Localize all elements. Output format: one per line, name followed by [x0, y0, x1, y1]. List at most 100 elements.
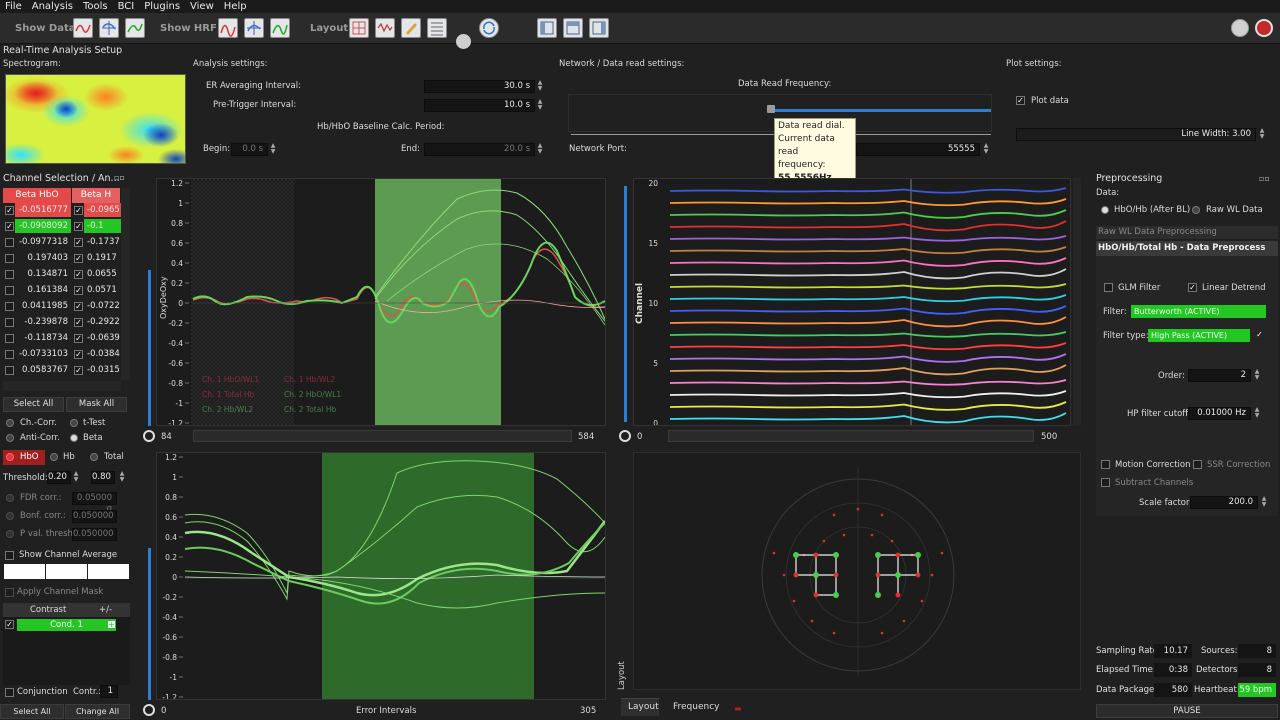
row-hbo-checkbox[interactable] — [5, 238, 14, 247]
row-hbo-checkbox[interactable] — [5, 302, 14, 311]
apply-mask-checkbox[interactable] — [5, 588, 14, 597]
layout-table-button[interactable] — [427, 18, 447, 38]
hb-radio[interactable] — [50, 453, 58, 461]
stop-record-button[interactable] — [1255, 19, 1273, 37]
line-width-spinner-icon[interactable]: ▲ ▼ — [1258, 128, 1266, 141]
bonf-input[interactable]: 0.050000 — [72, 510, 117, 523]
hbo-radio[interactable] — [6, 453, 14, 461]
show-hrf-red-button[interactable] — [218, 18, 238, 38]
row-hbo-checkbox[interactable] — [5, 366, 14, 375]
pretrigger-spinner-icon[interactable]: ▲ ▼ — [536, 99, 544, 112]
threshold-high-spinner-icon[interactable]: ▲ ▼ — [118, 471, 126, 484]
total-radio[interactable] — [90, 453, 98, 461]
filter-type-select[interactable]: High Pass (ACTIVE) — [1148, 329, 1250, 342]
order-input[interactable]: 2 — [1188, 369, 1251, 382]
raw-wl-preprocessing-tab[interactable]: Raw WL Data Preprocessing — [1096, 226, 1278, 239]
plot-data-checkbox[interactable]: ✓ — [1016, 96, 1025, 105]
menu-plugins[interactable]: Plugins — [139, 0, 185, 13]
hb-preprocessing-tab[interactable]: HbO/Hb/Total Hb - Data Preprocess — [1096, 241, 1278, 256]
row-hb-checkbox[interactable]: ✓ — [74, 318, 83, 327]
table-row[interactable]: -0.118734 ✓ -0.0639 — [3, 331, 121, 346]
row-hb-checkbox[interactable]: ✓ — [74, 206, 83, 215]
dock-close-icon[interactable]: ▫▫ — [114, 173, 128, 183]
glm-filter-checkbox[interactable] — [1104, 283, 1113, 292]
motion-correction-checkbox[interactable] — [1101, 460, 1110, 469]
settings-round-button[interactable] — [1231, 19, 1249, 37]
plot3-reset-icon[interactable] — [143, 704, 155, 716]
end-spinner-icon[interactable]: ▲ ▼ — [536, 143, 544, 156]
beta-hb-header[interactable]: Beta H — [72, 188, 120, 203]
show-hrf-blue-button[interactable] — [244, 18, 264, 38]
fdr-input[interactable]: 0.05000 q — [72, 492, 117, 514]
row-hbo-checkbox[interactable]: ✓ — [5, 222, 14, 231]
cond1-item[interactable]: Cond. 1 — [17, 619, 116, 631]
table-row[interactable]: 0.0411985 ✓ -0.0722 — [3, 299, 121, 314]
pause-button[interactable]: PAUSE — [1096, 704, 1278, 718]
network-port-spinner-icon[interactable]: ▲ ▼ — [982, 143, 990, 156]
menu-help[interactable]: Help — [219, 0, 252, 13]
row-hbo-checkbox[interactable] — [5, 318, 14, 327]
table-row[interactable]: -0.0977318 ✓ -0.1737 — [3, 235, 121, 250]
scale-factor-spinner-icon[interactable]: ▲ ▼ — [1260, 496, 1268, 509]
hp-cutoff-spinner-icon[interactable]: ▲ ▼ — [1253, 407, 1261, 420]
bonf-radio[interactable] — [6, 512, 14, 520]
layout-signal-button[interactable] — [375, 18, 395, 38]
table-row[interactable]: -0.0733103 ✓ -0.0384 — [3, 347, 121, 362]
table-row[interactable]: 0.134871 ✓ 0.0655 — [3, 267, 121, 282]
hp-cutoff-input[interactable]: 0.01000 Hz — [1188, 407, 1251, 420]
row-hbo-checkbox[interactable]: ✓ — [5, 206, 14, 215]
end-input[interactable]: 20.0 s — [424, 143, 535, 156]
order-spinner-icon[interactable]: ▲ ▼ — [1253, 369, 1261, 382]
pval-radio[interactable] — [6, 530, 14, 538]
anti-corr-radio[interactable] — [6, 434, 14, 442]
show-hrf-green-button[interactable] — [270, 18, 290, 38]
raw-wl-radio[interactable] — [1192, 206, 1200, 214]
record-circle-icon[interactable] — [456, 34, 471, 49]
show-data-line-button[interactable] — [73, 18, 93, 38]
plot1-area[interactable]: 1.2 1 0.8 0.6 0.4 0.2 0 -0.2 -0.4 -0.6 -0.8 -1 -1.2 … — [156, 178, 606, 426]
threshold-high-input[interactable]: 0.80 — [91, 471, 115, 484]
ssr-correction-checkbox[interactable] — [1193, 460, 1202, 469]
menu-bci[interactable]: BCI — [113, 0, 140, 13]
linear-detrend-checkbox[interactable]: ✓ — [1188, 283, 1197, 292]
menu-view[interactable]: View — [185, 0, 219, 13]
plot2-vscrollbar[interactable] — [1073, 178, 1081, 426]
row-hb-checkbox[interactable]: ✓ — [74, 270, 83, 279]
preprocessing-dock-icon[interactable]: ▫▫ — [1259, 174, 1277, 184]
tab-frequency-label[interactable]: Frequency — [673, 702, 720, 712]
table-row[interactable]: -0.239878 ✓ -0.2922 — [3, 315, 121, 330]
conjunction-checkbox[interactable] — [5, 688, 14, 697]
avg-color-swatch-1[interactable] — [4, 564, 45, 579]
filter-select[interactable]: Butterworth (ACTIVE) — [1131, 305, 1266, 318]
menu-analysis[interactable]: Analysis — [27, 0, 78, 13]
pretrigger-input[interactable]: 10.0 s — [424, 99, 535, 112]
row-hb-checkbox[interactable]: ✓ — [74, 366, 83, 375]
layout-edit-button[interactable] — [401, 18, 421, 38]
begin-input[interactable]: 0.0 s — [231, 143, 268, 156]
fdr-radio[interactable] — [6, 494, 14, 502]
filter-type-checkbox[interactable]: ✓ — [1255, 331, 1264, 340]
menu-tools[interactable]: Tools — [78, 0, 113, 13]
layout-view[interactable] — [633, 452, 1081, 690]
channel-table-hscrollbar[interactable] — [3, 381, 121, 391]
table-row[interactable]: 0.161384 ✓ 0.0571 — [3, 283, 121, 298]
cond1-checkbox[interactable]: ✓ — [5, 620, 14, 629]
show-data-green-button[interactable] — [125, 18, 145, 38]
contr-input[interactable]: 1 — [100, 685, 118, 698]
row-hbo-checkbox[interactable] — [5, 254, 14, 263]
plot2-vertical-slider[interactable] — [624, 186, 627, 422]
subtract-channels-checkbox[interactable] — [1101, 478, 1110, 487]
plot1-reset-icon[interactable] — [143, 430, 155, 442]
avg-color-swatch-2[interactable] — [46, 564, 87, 579]
select-all-conds-button[interactable]: Select All conds — [0, 704, 64, 719]
er-avg-spinner-icon[interactable]: ▲ ▼ — [536, 80, 544, 93]
t-test-radio[interactable] — [70, 419, 78, 427]
beta-radio[interactable] — [70, 434, 78, 442]
show-data-grid-button[interactable] — [99, 18, 119, 38]
row-hb-checkbox[interactable]: ✓ — [74, 222, 83, 231]
plot3-area[interactable]: 1.2 1 0.8 0.6 0.4 0.2 0 -0.2 -0.4 -0.6 -0.8 -1 -1.2 — [156, 452, 606, 700]
show-avg-checkbox[interactable] — [5, 551, 14, 560]
ch-corr-radio[interactable] — [6, 419, 14, 427]
menu-file[interactable]: File — [0, 0, 27, 13]
begin-spinner-icon[interactable]: ▲ ▼ — [269, 143, 277, 156]
